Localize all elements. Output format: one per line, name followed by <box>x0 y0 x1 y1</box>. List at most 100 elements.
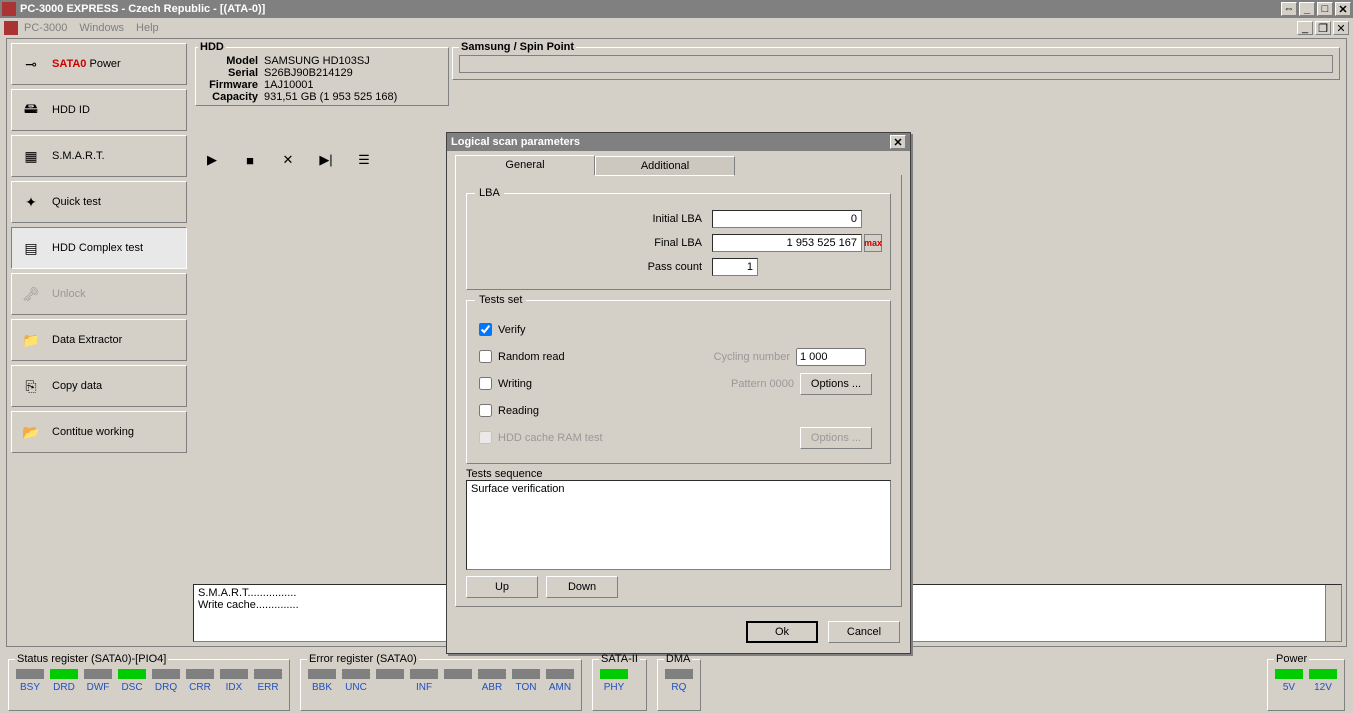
data-extractor-icon: 📁 <box>20 329 42 351</box>
led-indicator <box>512 669 540 679</box>
window-minimize-button[interactable]: _ <box>1299 2 1315 16</box>
register-RQ: RQ <box>664 669 694 693</box>
ok-button[interactable]: Ok <box>746 621 818 643</box>
up-button[interactable]: Up <box>466 576 538 598</box>
sidebar-data-extractor[interactable]: 📁Data Extractor <box>11 319 187 361</box>
hdd-info-panel: HDD ModelSAMSUNG HD103SJ SerialS26BJ90B2… <box>195 41 449 106</box>
play-icon[interactable]: ▶ <box>203 151 221 169</box>
progress-bar <box>459 55 1333 73</box>
menu-pc3000[interactable]: PC-3000 <box>24 22 67 34</box>
max-button[interactable]: max <box>864 234 882 252</box>
app-titlebar: PC-3000 EXPRESS - Czech Republic - [(ATA… <box>0 0 1353 18</box>
tools-icon[interactable]: ✕ <box>279 151 297 169</box>
verify-checkbox[interactable] <box>479 323 492 336</box>
led-indicator <box>118 669 146 679</box>
led-indicator <box>1275 669 1303 679</box>
register-DWF: DWF <box>83 669 113 693</box>
tests-sequence-list[interactable]: Surface verification <box>466 480 891 570</box>
cancel-button[interactable]: Cancel <box>828 621 900 643</box>
register-CRR: CRR <box>185 669 215 693</box>
led-indicator <box>84 669 112 679</box>
register-BSY: BSY <box>15 669 45 693</box>
register-DRD: DRD <box>49 669 79 693</box>
pass-count-input[interactable] <box>712 258 758 276</box>
tests-group: Tests set Verify Random read Cycling num… <box>466 294 891 464</box>
mdi-restore-button[interactable]: ❐ <box>1315 21 1331 35</box>
led-indicator <box>186 669 214 679</box>
random-read-checkbox[interactable] <box>479 350 492 363</box>
sidebar-continue[interactable]: 📂Contitue working <box>11 411 187 453</box>
status-bar: Status register (SATA0)-[PIO4] BSYDRDDWF… <box>6 653 1347 711</box>
led-indicator <box>546 669 574 679</box>
dialog-title: Logical scan parameters <box>451 136 580 148</box>
mdi-close-button[interactable]: ✕ <box>1333 21 1349 35</box>
led-indicator <box>376 669 404 679</box>
stop-icon[interactable]: ■ <box>241 151 259 169</box>
dialog-close-button[interactable]: ✕ <box>890 135 906 149</box>
window-close-button[interactable]: ✕ <box>1335 2 1351 16</box>
tab-general[interactable]: General <box>455 155 595 175</box>
final-lba-input[interactable] <box>712 234 862 252</box>
menu-help[interactable]: Help <box>136 22 159 34</box>
led-indicator <box>16 669 44 679</box>
sidebar-power[interactable]: ⊸ SATA0 Power <box>11 43 187 85</box>
led-indicator <box>220 669 248 679</box>
tab-additional[interactable]: Additional <box>595 156 735 176</box>
reading-checkbox[interactable] <box>479 404 492 417</box>
register-blank <box>443 669 473 693</box>
power-label: Power <box>90 58 121 70</box>
down-button[interactable]: Down <box>546 576 618 598</box>
register-DSC: DSC <box>117 669 147 693</box>
menu-windows[interactable]: Windows <box>79 22 124 34</box>
scan-params-dialog: Logical scan parameters ✕ General Additi… <box>446 132 911 654</box>
register-12V: 12V <box>1308 669 1338 693</box>
register-DRQ: DRQ <box>151 669 181 693</box>
skip-icon[interactable]: ▶| <box>317 151 335 169</box>
power-icon: ⊸ <box>20 53 42 75</box>
dma-group: DMA RQ <box>657 653 701 711</box>
continue-icon: 📂 <box>20 421 42 443</box>
led-indicator <box>444 669 472 679</box>
sidebar: ⊸ SATA0 Power 🖴HDD ID ▦S.M.A.R.T. ✦Quick… <box>11 43 187 642</box>
led-indicator <box>600 669 628 679</box>
window-maximize-button[interactable]: □ <box>1317 2 1333 16</box>
sidebar-smart[interactable]: ▦S.M.A.R.T. <box>11 135 187 177</box>
sequence-item[interactable]: Surface verification <box>471 483 886 495</box>
hdd-model: SAMSUNG HD103SJ <box>264 55 370 67</box>
writing-checkbox[interactable] <box>479 377 492 390</box>
quick-test-icon: ✦ <box>20 191 42 213</box>
register-5V: 5V <box>1274 669 1304 693</box>
register-AMN: AMN <box>545 669 575 693</box>
led-indicator <box>1309 669 1337 679</box>
menu-bar: PC-3000 Windows Help _ ❐ ✕ <box>0 18 1353 38</box>
log-scrollbar[interactable] <box>1325 585 1341 641</box>
error-register-group: Error register (SATA0) BBKUNCINFABRTONAM… <box>300 653 582 711</box>
mdi-minimize-button[interactable]: _ <box>1297 21 1313 35</box>
copy-data-icon: ⎘ <box>20 375 42 397</box>
initial-lba-input[interactable] <box>712 210 862 228</box>
list-icon[interactable]: ☰ <box>355 151 373 169</box>
led-indicator <box>342 669 370 679</box>
led-indicator <box>152 669 180 679</box>
writing-options-button[interactable]: Options ... <box>800 373 872 395</box>
sidebar-complex-test[interactable]: ▤HDD Complex test <box>11 227 187 269</box>
register-TON: TON <box>511 669 541 693</box>
sata-label: SATA0 <box>52 58 86 70</box>
ram-test-checkbox <box>479 431 492 444</box>
led-indicator <box>308 669 336 679</box>
app-icon <box>2 2 16 16</box>
sidebar-quick-test[interactable]: ✦Quick test <box>11 181 187 223</box>
power-group: Power 5V12V <box>1267 653 1345 711</box>
cycling-input[interactable] <box>796 348 866 366</box>
seq-label: Tests sequence <box>466 468 891 480</box>
ram-options-button[interactable]: Options ... <box>800 427 872 449</box>
hdd-firmware: 1AJ10001 <box>264 79 314 91</box>
sidebar-copy-data[interactable]: ⎘Copy data <box>11 365 187 407</box>
window-extra-button[interactable]: ⇔ <box>1281 2 1297 16</box>
sidebar-hdd-id[interactable]: 🖴HDD ID <box>11 89 187 131</box>
register-ERR: ERR <box>253 669 283 693</box>
unlock-icon: 🗝 <box>20 283 42 305</box>
sidebar-unlock[interactable]: 🗝Unlock <box>11 273 187 315</box>
status-register-group: Status register (SATA0)-[PIO4] BSYDRDDWF… <box>8 653 290 711</box>
led-indicator <box>50 669 78 679</box>
